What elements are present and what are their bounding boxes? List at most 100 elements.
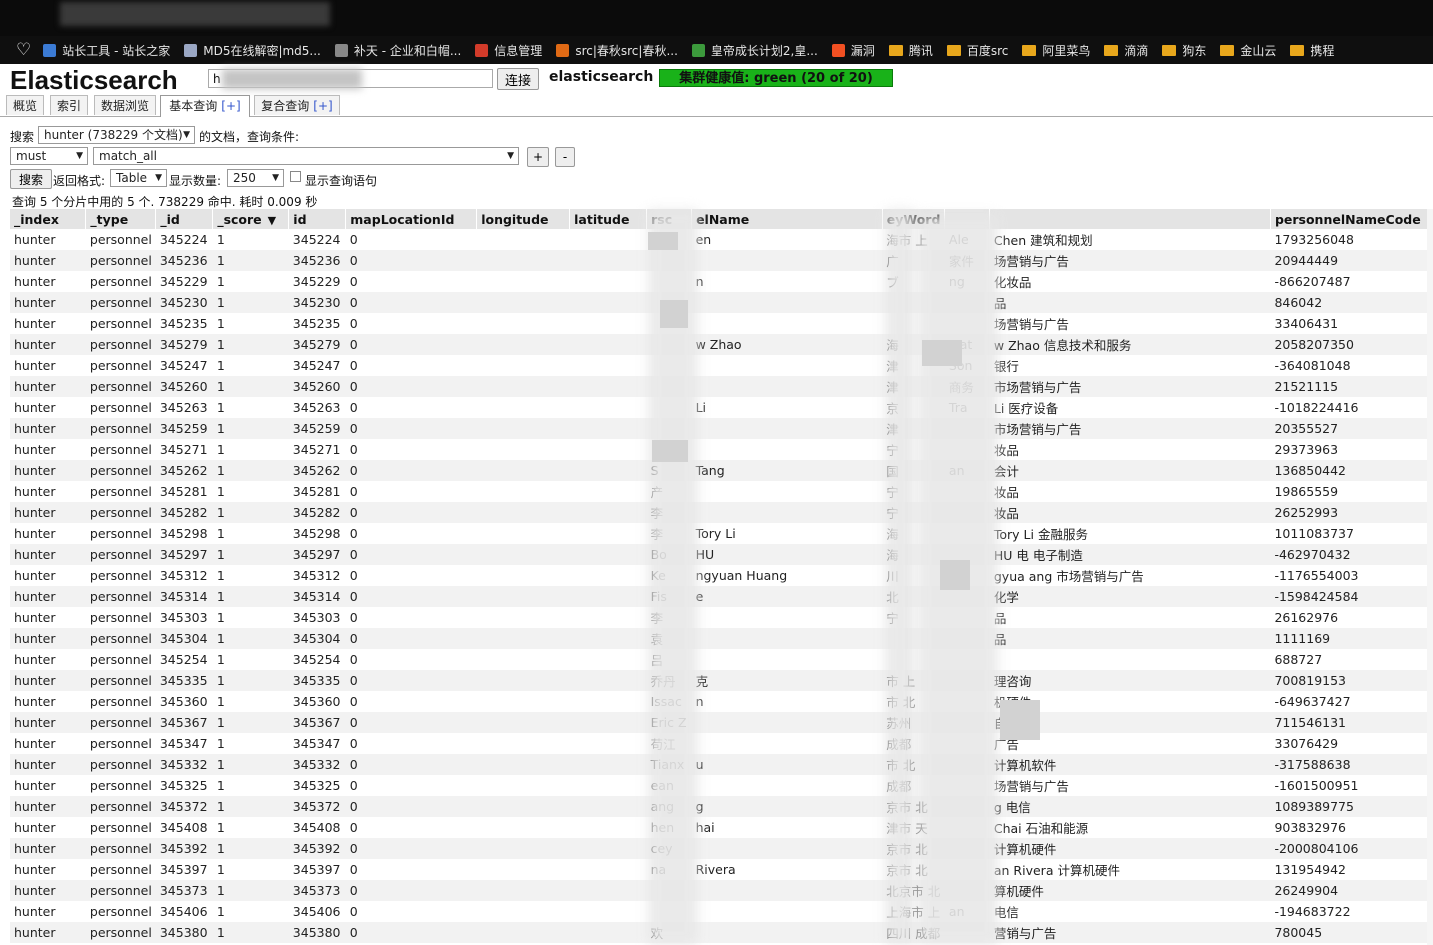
tab-plus[interactable]: [+] (221, 99, 240, 113)
bookmark-item[interactable]: 阿里菜鸟 (1022, 42, 1090, 59)
table-row[interactable]: hunterpersonnel34536713453670Eric Z苏州自动化… (10, 712, 1433, 733)
table-row[interactable]: hunterpersonnel34540813454080henhai津市 天C… (10, 817, 1433, 838)
bool-select[interactable]: must ▼ (10, 147, 88, 165)
tab-browser[interactable]: 数据浏览 (94, 95, 156, 115)
tab-plus[interactable]: [+] (313, 99, 332, 113)
table-row[interactable]: hunterpersonnel34538013453800欢四川 成都营销与广告… (10, 922, 1433, 943)
header-longitude[interactable]: longitude (476, 209, 571, 229)
app-title: Elasticsearch (10, 65, 178, 95)
bookmark-item[interactable]: 金山云 (1220, 42, 1276, 59)
table-row[interactable]: hunterpersonnel34526213452620STang国an会计1… (10, 460, 1433, 481)
bookmark-item[interactable]: 站长工具 - 站长之家 (43, 42, 170, 59)
cell-personnelname-b: Rivera (691, 859, 883, 880)
table-row[interactable]: hunterpersonnel34531213453120Kengyuan Hu… (10, 565, 1433, 586)
bookmark-label: 腾讯 (908, 43, 933, 58)
search-button[interactable]: 搜索 (10, 169, 52, 189)
table-row[interactable]: hunterpersonnel34533213453320Tianxu市 北计算… (10, 754, 1433, 775)
clause-select[interactable]: match_all ▼ (93, 147, 519, 165)
cell-longitude (476, 586, 570, 607)
table-row[interactable]: hunterpersonnel34525913452590津市场营销与广告203… (10, 418, 1433, 439)
cell-score: 1 (212, 355, 289, 376)
bookmark-item[interactable]: MD5在线解密|md5... (184, 42, 321, 59)
tab-basic-query[interactable]: 基本查询 [+] (160, 95, 250, 117)
header-personnelnamecode[interactable]: personnelNameCode (1270, 209, 1433, 229)
header-score[interactable]: _score ▼ (212, 209, 290, 229)
table-row[interactable]: hunterpersonnel34529813452980李Tory Li海To… (10, 523, 1433, 544)
table-row[interactable]: hunterpersonnel34530313453030李宁品26162976 (10, 607, 1433, 628)
vertical-scrollbar[interactable] (1427, 209, 1433, 945)
cell-score: 1 (212, 313, 289, 334)
header-personnelname[interactable]: elName (691, 209, 883, 229)
bookmark-item[interactable]: 补天 - 企业和白帽... (334, 42, 461, 59)
bookmark-item[interactable]: 狗东 (1162, 42, 1206, 59)
cell-id: 345230 (288, 292, 346, 313)
table-row[interactable]: hunterpersonnel34532513453250ean成都场营销与广告… (10, 775, 1433, 796)
table-row[interactable]: hunterpersonnel34526013452600津商务市场营销与广告2… (10, 376, 1433, 397)
table-row[interactable]: hunter personnel 345230 1 345230 0 品 846042 (10, 292, 1433, 313)
size-select[interactable]: 250 ▼ (227, 169, 284, 187)
remove-clause-button[interactable]: - (555, 147, 575, 167)
format-select[interactable]: Table ▼ (110, 169, 167, 187)
table-row[interactable]: hunterpersonnel34534713453470苟江成都广告33076… (10, 733, 1433, 754)
cell-type: personnel (85, 586, 156, 607)
table-row[interactable]: hunterpersonnel34528113452810产宁妆品1986555… (10, 481, 1433, 502)
bookmark-item[interactable]: 滴滴 (1104, 42, 1148, 59)
bookmark-item[interactable]: src|春秋src|春秋... (556, 42, 678, 59)
cell-index: hunter (10, 334, 86, 355)
bookmark-item[interactable]: 信息管理 (475, 42, 542, 59)
cell-id: 345380 (288, 922, 346, 943)
bookmark-item[interactable]: 漏洞 (831, 42, 875, 59)
cell-id-meta: 345372 (155, 796, 213, 817)
cell-id-meta: 345260 (155, 376, 213, 397)
favorites-heart-icon[interactable]: ♡ (16, 40, 31, 60)
table-row[interactable]: hunterpersonnel34530413453040袁品1111169 (10, 628, 1433, 649)
show-query-checkbox[interactable] (290, 171, 301, 182)
add-clause-button[interactable]: + (527, 147, 549, 167)
bookmark-item[interactable]: 腾讯 (888, 42, 933, 59)
bookmark-item[interactable]: 皇帝成长计划2,皇... (691, 42, 818, 59)
connect-button[interactable]: 连接 (497, 68, 539, 90)
cell-keyword-c: 妆品 (989, 502, 1271, 523)
table-row[interactable]: hunter personnel 345235 1 345235 0 场营销与广告 33406… (10, 313, 1433, 334)
header-type[interactable]: _type (85, 209, 157, 229)
table-row[interactable]: hunterpersonnel34539713453970naRivera京市 … (10, 859, 1433, 880)
table-row[interactable]: hunterpersonnel34540613454060上海市 上an电信-1… (10, 901, 1433, 922)
header-keyword-tail[interactable] (989, 209, 1271, 229)
tab-compound-query[interactable]: 复合查询 [+] (254, 95, 340, 115)
header-id[interactable]: id (288, 209, 347, 229)
cell-index: hunter (10, 733, 86, 754)
table-row[interactable]: hunterpersonnel34533513453350乔丹克市 上理咨询70… (10, 670, 1433, 691)
header-index[interactable]: _index (10, 209, 87, 229)
cell-type: personnel (85, 754, 156, 775)
header-maplocationid[interactable]: mapLocationId (345, 209, 478, 229)
redaction-pixel (1000, 700, 1040, 740)
table-row[interactable]: hunterpersonnel34523613452360广家件场营销与广告20… (10, 250, 1433, 271)
header-id-meta[interactable]: _id (155, 209, 214, 229)
bookmark-item[interactable]: 百度src (946, 42, 1008, 59)
cell-id: 345360 (288, 691, 346, 712)
table-row[interactable]: hunterpersonnel34524713452470津Son银行-3640… (10, 355, 1433, 376)
table-row[interactable]: hunterpersonnel34536013453600Issacn市 北机硬… (10, 691, 1433, 712)
table-row[interactable]: hunterpersonnel34537313453730北京市 北算机硬件26… (10, 880, 1433, 901)
bookmark-item[interactable]: 携程 (1290, 42, 1334, 59)
table-row[interactable]: hunterpersonnel34527913452790w Zhao海Matw… (10, 334, 1433, 355)
table-row[interactable]: hunterpersonnel34522413452240eken海市 上Ale… (10, 229, 1433, 250)
cell-index: hunter (10, 649, 86, 670)
cell-id: 345332 (288, 754, 346, 775)
cell-id-meta: 345304 (155, 628, 213, 649)
table-row[interactable]: hunterpersonnel34528213452820李宁妆品2625299… (10, 502, 1433, 523)
index-select[interactable]: hunter (738229 个文档) ▼ (38, 126, 195, 144)
tab-indices[interactable]: 索引 (50, 95, 88, 115)
table-row[interactable]: hunterpersonnel34522913452290nブng化妆品-866… (10, 271, 1433, 292)
table-row[interactable]: hunterpersonnel34525413452540吕688727 (10, 649, 1433, 670)
header-latitude[interactable]: latitude (569, 209, 648, 229)
cell-maplocationid: 0 (345, 292, 477, 313)
table-row[interactable]: hunterpersonnel34526313452630Li京TraLi 医疗… (10, 397, 1433, 418)
table-row[interactable]: hunterpersonnel34537213453720angg京市 北g 电… (10, 796, 1433, 817)
table-row[interactable]: hunterpersonnel34531413453140Fise北化学-159… (10, 586, 1433, 607)
cell-keyword-c: 场营销与广告 (989, 313, 1271, 334)
table-row[interactable]: hunterpersonnel34529713452970BoHU海HU 电 电… (10, 544, 1433, 565)
table-row[interactable]: hunterpersonnel34539213453920cey京市 北计算机硬… (10, 838, 1433, 859)
tab-overview[interactable]: 概览 (6, 95, 44, 115)
table-row[interactable]: hunterpersonnel34527113452710宁妆品29373963 (10, 439, 1433, 460)
